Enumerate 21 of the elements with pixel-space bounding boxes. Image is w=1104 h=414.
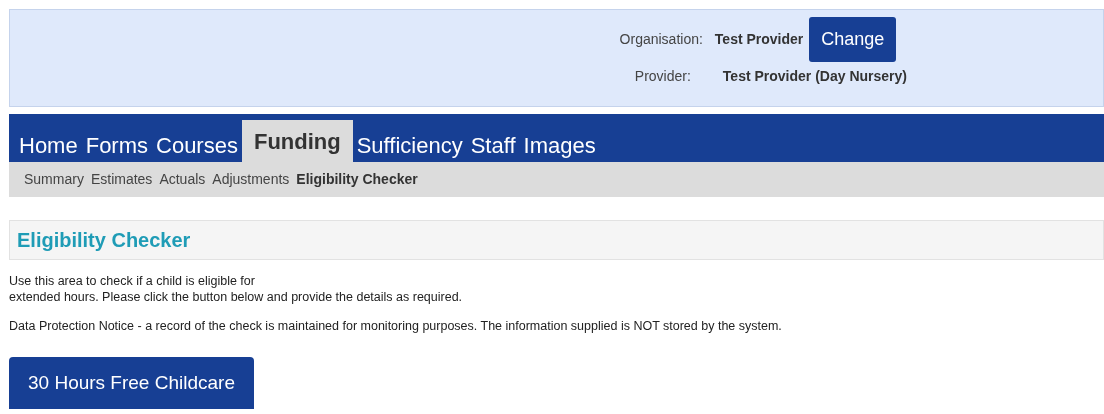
intro-paragraph: Use this area to check if a child is eligible for extended hours. Please click the button below and provide the details as required. (9, 273, 464, 305)
data-protection-notice: Data Protection Notice - a record of the check is maintained for monitoring purposes. The information supplied is NOT stored by the system. (9, 318, 783, 334)
nav-tab[interactable]: Home (15, 128, 82, 162)
provider-name: Test Provider (Day Nursery) (721, 67, 907, 86)
nav-tab[interactable]: Staff (466, 128, 520, 162)
nav-tab[interactable]: Sufficiency (352, 128, 467, 162)
subnav-link[interactable]: Adjustments (212, 169, 290, 190)
provider-label: Provider: (634, 67, 692, 86)
section-title: Eligibility Checker (17, 228, 191, 253)
subnav-link[interactable]: Actuals (159, 169, 206, 190)
subnav-link[interactable]: Summary (24, 169, 84, 190)
childcare-button[interactable]: 30 Hours Free Childcare (9, 357, 254, 409)
organisation-name: Test Provider (714, 30, 804, 49)
organisation-label: Organisation: (619, 30, 703, 49)
nav-tab[interactable]: Forms (81, 128, 152, 162)
subnav-link[interactable]: Estimates (90, 169, 153, 190)
nav-tab[interactable]: Funding (241, 120, 353, 162)
nav-tab[interactable]: Courses (152, 128, 242, 162)
subnav-link[interactable]: Eligibility Checker (296, 169, 418, 190)
nav-tab[interactable]: Images (519, 128, 600, 162)
change-button[interactable]: Change (809, 17, 897, 62)
